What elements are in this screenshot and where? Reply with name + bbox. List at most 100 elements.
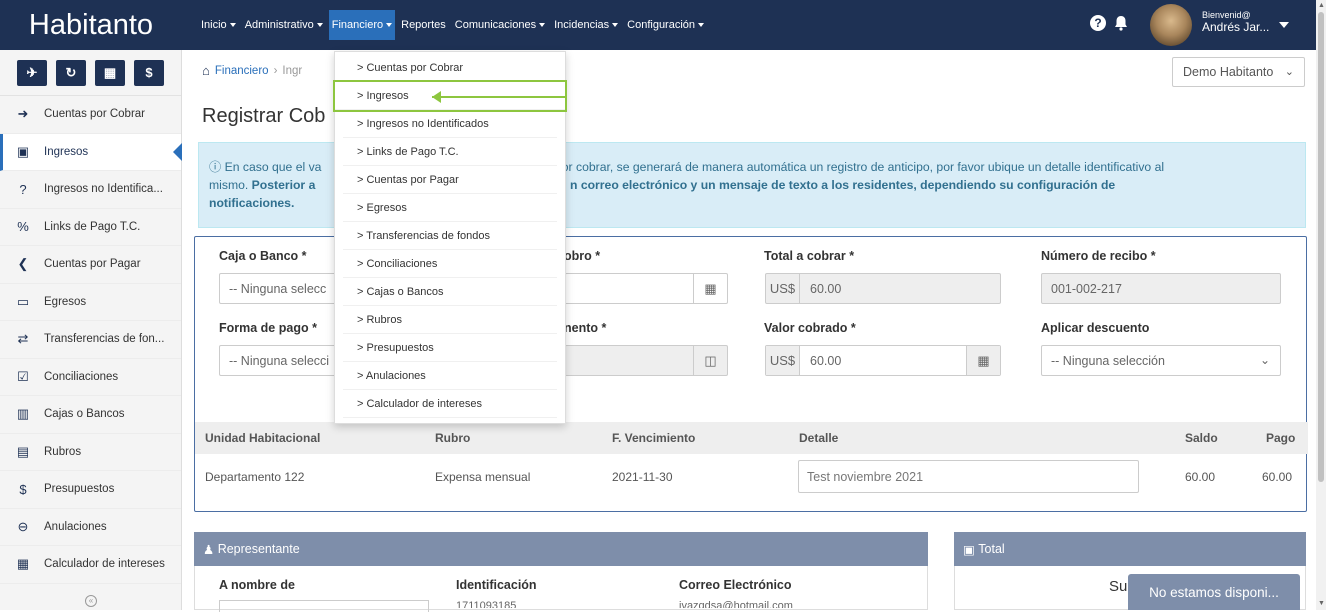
money-icon: ▣ (963, 542, 979, 557)
alert-line-3: notificaciones. (209, 196, 295, 210)
financiero-dropdown: > Cuentas por Cobrar > Ingresos > Ingresos… (333, 51, 567, 424)
help-icon[interactable]: ? (1090, 15, 1106, 31)
dropdown-item[interactable]: > Links de Pago T.C. (343, 138, 557, 166)
dollar-icon[interactable]: $ (134, 59, 164, 86)
columns-icon[interactable]: ◫ (693, 346, 727, 375)
nav-comunicaciones[interactable]: Comunicaciones (452, 10, 548, 40)
scroll-up-icon[interactable]: ▲ (1318, 2, 1325, 9)
user-menu[interactable]: Bienvenid@ Andrés Jar... (1202, 9, 1269, 33)
calendar-icon[interactable]: ▦ (693, 274, 727, 303)
valor-input[interactable]: US$ 60.00 ▦ (765, 345, 1001, 376)
sidebar-item-label: Cajas o Bancos (44, 408, 125, 421)
chat-widget[interactable]: No estamos disponi... (1128, 574, 1300, 610)
quick-actions: ✈ ↻ ▦ $ (0, 50, 181, 96)
dropdown-item[interactable]: > Conciliaciones (343, 250, 557, 278)
calculator-icon[interactable]: ▦ (966, 346, 1000, 375)
dropdown-item[interactable]: > Ingresos no Identificados (343, 110, 557, 138)
nav-reportes[interactable]: Reportes (398, 10, 449, 40)
bell-icon[interactable] (1114, 15, 1128, 31)
dropdown-item[interactable]: > Egresos (343, 194, 557, 222)
chevron-down-icon: ⌄ (1284, 66, 1294, 78)
send-icon[interactable]: ✈ (17, 59, 47, 86)
cell-rubro: Expensa mensual (435, 469, 531, 484)
recibo-label: Número de recibo * (1041, 249, 1156, 263)
alert-text-c: Posterior a (251, 178, 316, 192)
sidebar-item-presupuestos[interactable]: $ Presupuestos (0, 471, 181, 509)
nav-configuraci-n[interactable]: Configuración (624, 10, 707, 40)
nav-label: Administrativo (244, 19, 314, 31)
home-icon[interactable]: ⌂ (202, 63, 210, 78)
dropdown-item[interactable]: > Cajas o Bancos (343, 278, 557, 306)
sidebar-item-anulaciones[interactable]: ⊖ Anulaciones (0, 509, 181, 546)
sidebar-item-ingresos-no-identifica[interactable]: ? Ingresos no Identifica... (0, 171, 181, 209)
nombre-label: A nombre de (219, 578, 295, 592)
nav-inicio[interactable]: Inicio (198, 10, 239, 40)
vencimiento-input: ◫ (565, 345, 728, 376)
sidebar-item-conciliaciones[interactable]: ☑ Conciliaciones (0, 359, 181, 396)
col-vencimiento: F. Vencimiento (612, 431, 696, 445)
dropdown-item[interactable]: > Cuentas por Pagar (343, 166, 557, 194)
alert-text-b: mismo. (209, 178, 249, 192)
table-row: Departamento 122 Expensa mensual 2021-11… (195, 454, 1308, 499)
caret-down-icon (386, 23, 393, 27)
cell-vencimiento: 2021-11-30 (612, 469, 673, 484)
chevron-down-icon[interactable] (1279, 22, 1289, 28)
annotation-arrowhead (432, 91, 441, 103)
dropdown-item[interactable]: > Rubros (343, 306, 557, 334)
total-label: Total a cobrar * (764, 249, 855, 263)
refresh-icon[interactable]: ↻ (56, 59, 86, 86)
scrollbar-thumb[interactable] (1318, 12, 1324, 482)
scroll-down-icon[interactable]: ▼ (1318, 600, 1325, 607)
sidebar-item-ingresos[interactable]: ▣ Ingresos (0, 133, 182, 171)
valor-label: Valor cobrado * (764, 321, 856, 335)
email-value: jvazqdsa@hotmail.com (679, 600, 793, 608)
arrow-left-circle-icon: ❮ (17, 256, 29, 272)
sidebar-item-cajas-o-bancos[interactable]: ▥ Cajas o Bancos (0, 396, 181, 434)
brand-logo[interactable]: Habitanto (0, 0, 182, 50)
sidebar-item-egresos[interactable]: ▭ Egresos (0, 284, 181, 321)
collapse-sidebar-icon[interactable]: « (85, 595, 97, 607)
calculator-icon[interactable]: ▦ (95, 59, 125, 86)
caret-down-icon (539, 23, 546, 27)
main-menu: Inicio Administrativo Financiero Reportes Co… (198, 0, 710, 50)
col-pago: Pago (1266, 431, 1296, 445)
sidebar-item-label: Cuentas por Cobrar (44, 108, 145, 121)
list-alt-icon: ▤ (16, 443, 30, 459)
dropdown-item[interactable]: > Presupuestos (343, 334, 557, 362)
caja-select[interactable]: -- Ninguna selecc (219, 273, 349, 304)
nav-incidencias[interactable]: Incidencias (551, 10, 621, 40)
sidebar-item-transferencias-de-fon[interactable]: ⇄ Transferencias de fon... (0, 321, 181, 359)
breadcrumb-root[interactable]: Financiero (215, 65, 269, 77)
sidebar-item-links-de-pago-t-c[interactable]: % Links de Pago T.C. (0, 209, 181, 246)
company-select[interactable]: Demo Habitanto ⌄ (1172, 57, 1305, 87)
valor-value: 60.00 (810, 353, 842, 368)
sidebar-item-label: Conciliaciones (44, 370, 119, 383)
forma-select[interactable]: -- Ninguna selecci (219, 345, 349, 376)
caret-down-icon (612, 23, 619, 27)
sidebar-item-calculador-de-intereses[interactable]: ▦ Calculador de intereses (0, 546, 181, 584)
alert-line-1b: por cobrar, se generará de manera automá… (555, 160, 1165, 174)
nav-label: Reportes (401, 19, 446, 31)
nav-administrativo[interactable]: Administrativo (242, 10, 326, 40)
alert-line-2: mismo. Posterior a (209, 176, 315, 194)
dropdown-item[interactable]: > Calculador de intereses (343, 390, 557, 418)
descuento-select[interactable]: -- Ninguna selección ⌄ (1041, 345, 1281, 376)
detalle-input[interactable]: Test noviembre 2021 (798, 460, 1139, 493)
cell-unidad: Departamento 122 (205, 469, 305, 484)
question-icon: ? (19, 181, 27, 197)
dropdown-item[interactable]: > Transferencias de fondos (343, 222, 557, 250)
dropdown-item[interactable]: > Anulaciones (343, 362, 557, 390)
sidebar-item-rubros[interactable]: ▤ Rubros (0, 434, 181, 471)
avatar[interactable] (1150, 4, 1192, 46)
cell-pago[interactable]: 60.00 (1262, 454, 1292, 499)
sidebar-item-cuentas-por-cobrar[interactable]: ➜ Cuentas por Cobrar (0, 96, 181, 134)
sidebar-item-label: Cuentas por Pagar (44, 258, 141, 271)
fecha-input[interactable]: ▦ (565, 273, 728, 304)
fecha-label: obro * (564, 249, 601, 263)
minus-circle-icon: ⊖ (17, 518, 29, 534)
nombre-input[interactable] (219, 600, 429, 612)
sidebar-item-label: Presupuestos (44, 483, 115, 496)
nav-financiero[interactable]: Financiero (328, 10, 396, 40)
dropdown-item[interactable]: > Cuentas por Cobrar (343, 54, 557, 82)
sidebar-item-cuentas-por-pagar[interactable]: ❮ Cuentas por Pagar (0, 246, 181, 284)
